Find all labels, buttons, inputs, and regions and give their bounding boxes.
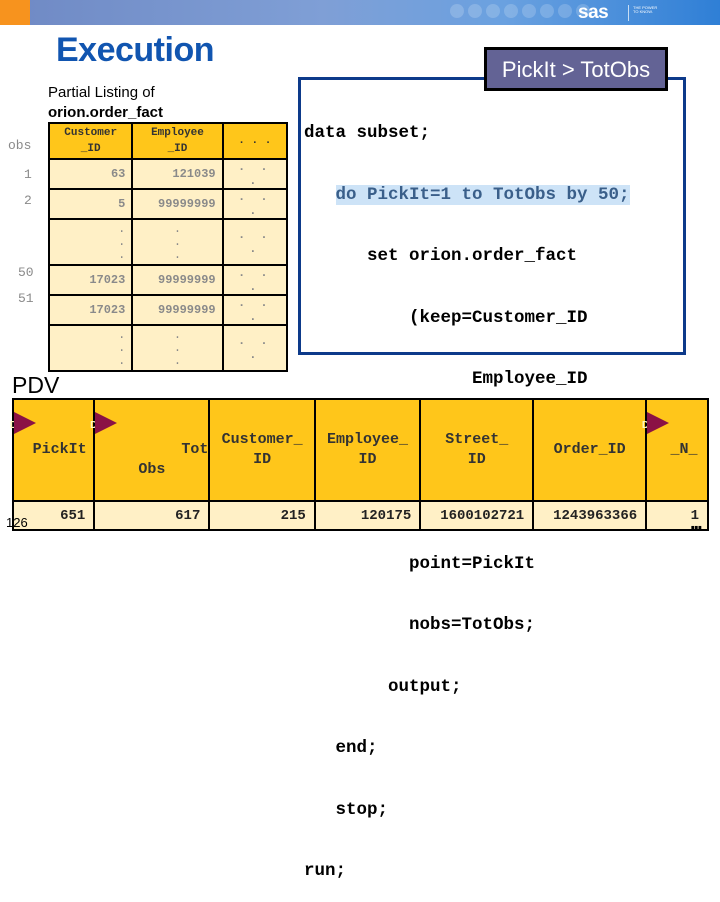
code-line: (keep=Customer_ID [304, 307, 588, 328]
sas-logo: sas [578, 2, 609, 23]
pdv-value-order-id: 1243963366 [532, 500, 648, 531]
pdv-values-row: 651 617 215 120175 1600102721 1243963366… [11, 500, 709, 531]
cell-more: . . . [221, 324, 289, 372]
cell-ellipsis: . . . [131, 324, 224, 372]
obs-1: 1 [24, 167, 32, 182]
code-line: end; [304, 738, 378, 758]
table-row-gap: . . . . . . . . . [47, 218, 289, 266]
cell-more: . . . [221, 158, 289, 190]
pdv-col-order-id: Order_ID D [532, 398, 649, 502]
table-row: 17023 99999999 . . . [47, 294, 289, 326]
pdv-col-pickit: D PickIt D [10, 398, 97, 502]
obs-51: 51 [18, 291, 34, 306]
sas-tagline: THE POWER TO KNOW. [633, 5, 658, 14]
pdv-table: D PickIt D Tot Obs Customer_ ID Employee… [10, 398, 709, 531]
cell-more: . . . [221, 294, 289, 326]
table-row: 17023 99999999 . . . [47, 264, 289, 296]
pdv-col-totobs: Tot Obs [93, 398, 211, 502]
code-line: nobs=TotObs; [304, 615, 536, 635]
obs-header: obs [8, 138, 32, 153]
table-row-gap: . . . . . . . . . [47, 324, 289, 372]
drop-marker-icon [14, 412, 36, 434]
code-line-highlighted: do PickIt=1 to TotObs by 50; [304, 184, 630, 206]
slide-title: Execution [56, 31, 214, 69]
orange-accent-block [0, 0, 30, 25]
pdv-header-customer-id: Customer_ ID [208, 398, 316, 502]
cell-employee-id: 99999999 [131, 264, 224, 296]
table-row: 63 121039 . . . [47, 158, 289, 190]
decorative-dots [450, 4, 590, 18]
cell-more: . . . [221, 188, 289, 220]
highlighted-do-loop: do PickIt=1 to TotObs by 50; [335, 184, 630, 205]
more-indicator[interactable]: ... [690, 512, 703, 535]
pdv-header-pickit: PickIt [32, 441, 87, 458]
page-number: 126 [6, 515, 28, 530]
cell-customer-id: 63 [47, 158, 134, 190]
pdv-header-order-id: Order_ID [553, 441, 626, 458]
code-line: stop; [304, 799, 389, 820]
code-line: data subset; [304, 123, 431, 143]
listing-title-line1: Partial Listing of [48, 84, 155, 101]
cell-employee-id: 99999999 [131, 294, 224, 326]
listing-title-line2: orion.order_fact [48, 103, 163, 123]
pdv-label: PDV [12, 372, 60, 398]
cell-employee-id: 121039 [131, 158, 224, 190]
cell-more: . . . [221, 218, 289, 266]
pdv-value-customer-id: 215 [208, 500, 316, 531]
obs-50: 50 [18, 265, 34, 280]
cell-customer-id: 5 [47, 188, 134, 220]
code-line: Employee_ID [304, 369, 588, 389]
pdv-header-totobs: Tot Obs [138, 441, 209, 478]
listing-table: Customer _ID Employee _ID . . . 63 12103… [47, 122, 289, 372]
code-line: output; [304, 676, 462, 697]
col-employee-id: Employee _ID [131, 122, 224, 160]
pdv-header-n: _N_ [670, 441, 698, 458]
pdv-value-totobs: 617 [93, 500, 211, 531]
cell-ellipsis: . . . [47, 218, 134, 266]
code-line: point=PickIt [304, 553, 536, 574]
table-row: 5 99999999 . . . [47, 188, 289, 220]
drop-marker-icon [647, 412, 670, 434]
cell-customer-id: 17023 [47, 294, 134, 326]
pdv-header-employee-id: Employee_ ID [313, 398, 422, 502]
cell-employee-id: 99999999 [131, 188, 224, 220]
pdv-value-street-id: 1600102721 [419, 500, 535, 531]
header-banner: sas THE POWER TO KNOW. [0, 0, 720, 25]
pdv-value-employee-id: 120175 [313, 500, 422, 531]
condition-callout: PickIt > TotObs [484, 47, 668, 91]
drop-marker-icon [95, 412, 118, 434]
cell-ellipsis: . . . [131, 218, 224, 266]
cell-more: . . . [221, 264, 289, 296]
cell-customer-id: 17023 [47, 264, 134, 296]
col-customer-id: Customer _ID [47, 122, 134, 160]
pdv-header-street-id: Street_ ID [419, 398, 535, 502]
logo-divider [628, 5, 629, 21]
pdv-col-n: _N_ [645, 398, 709, 502]
code-line: set orion.order_fact [304, 246, 578, 266]
cell-ellipsis: . . . [47, 324, 134, 372]
code-line: run; [304, 861, 347, 881]
obs-2: 2 [24, 193, 32, 208]
listing-title: Partial Listing of orion.order_fact [48, 83, 163, 123]
col-more: . . . [221, 122, 289, 160]
dataset-name: orion.order_fact [48, 104, 164, 121]
